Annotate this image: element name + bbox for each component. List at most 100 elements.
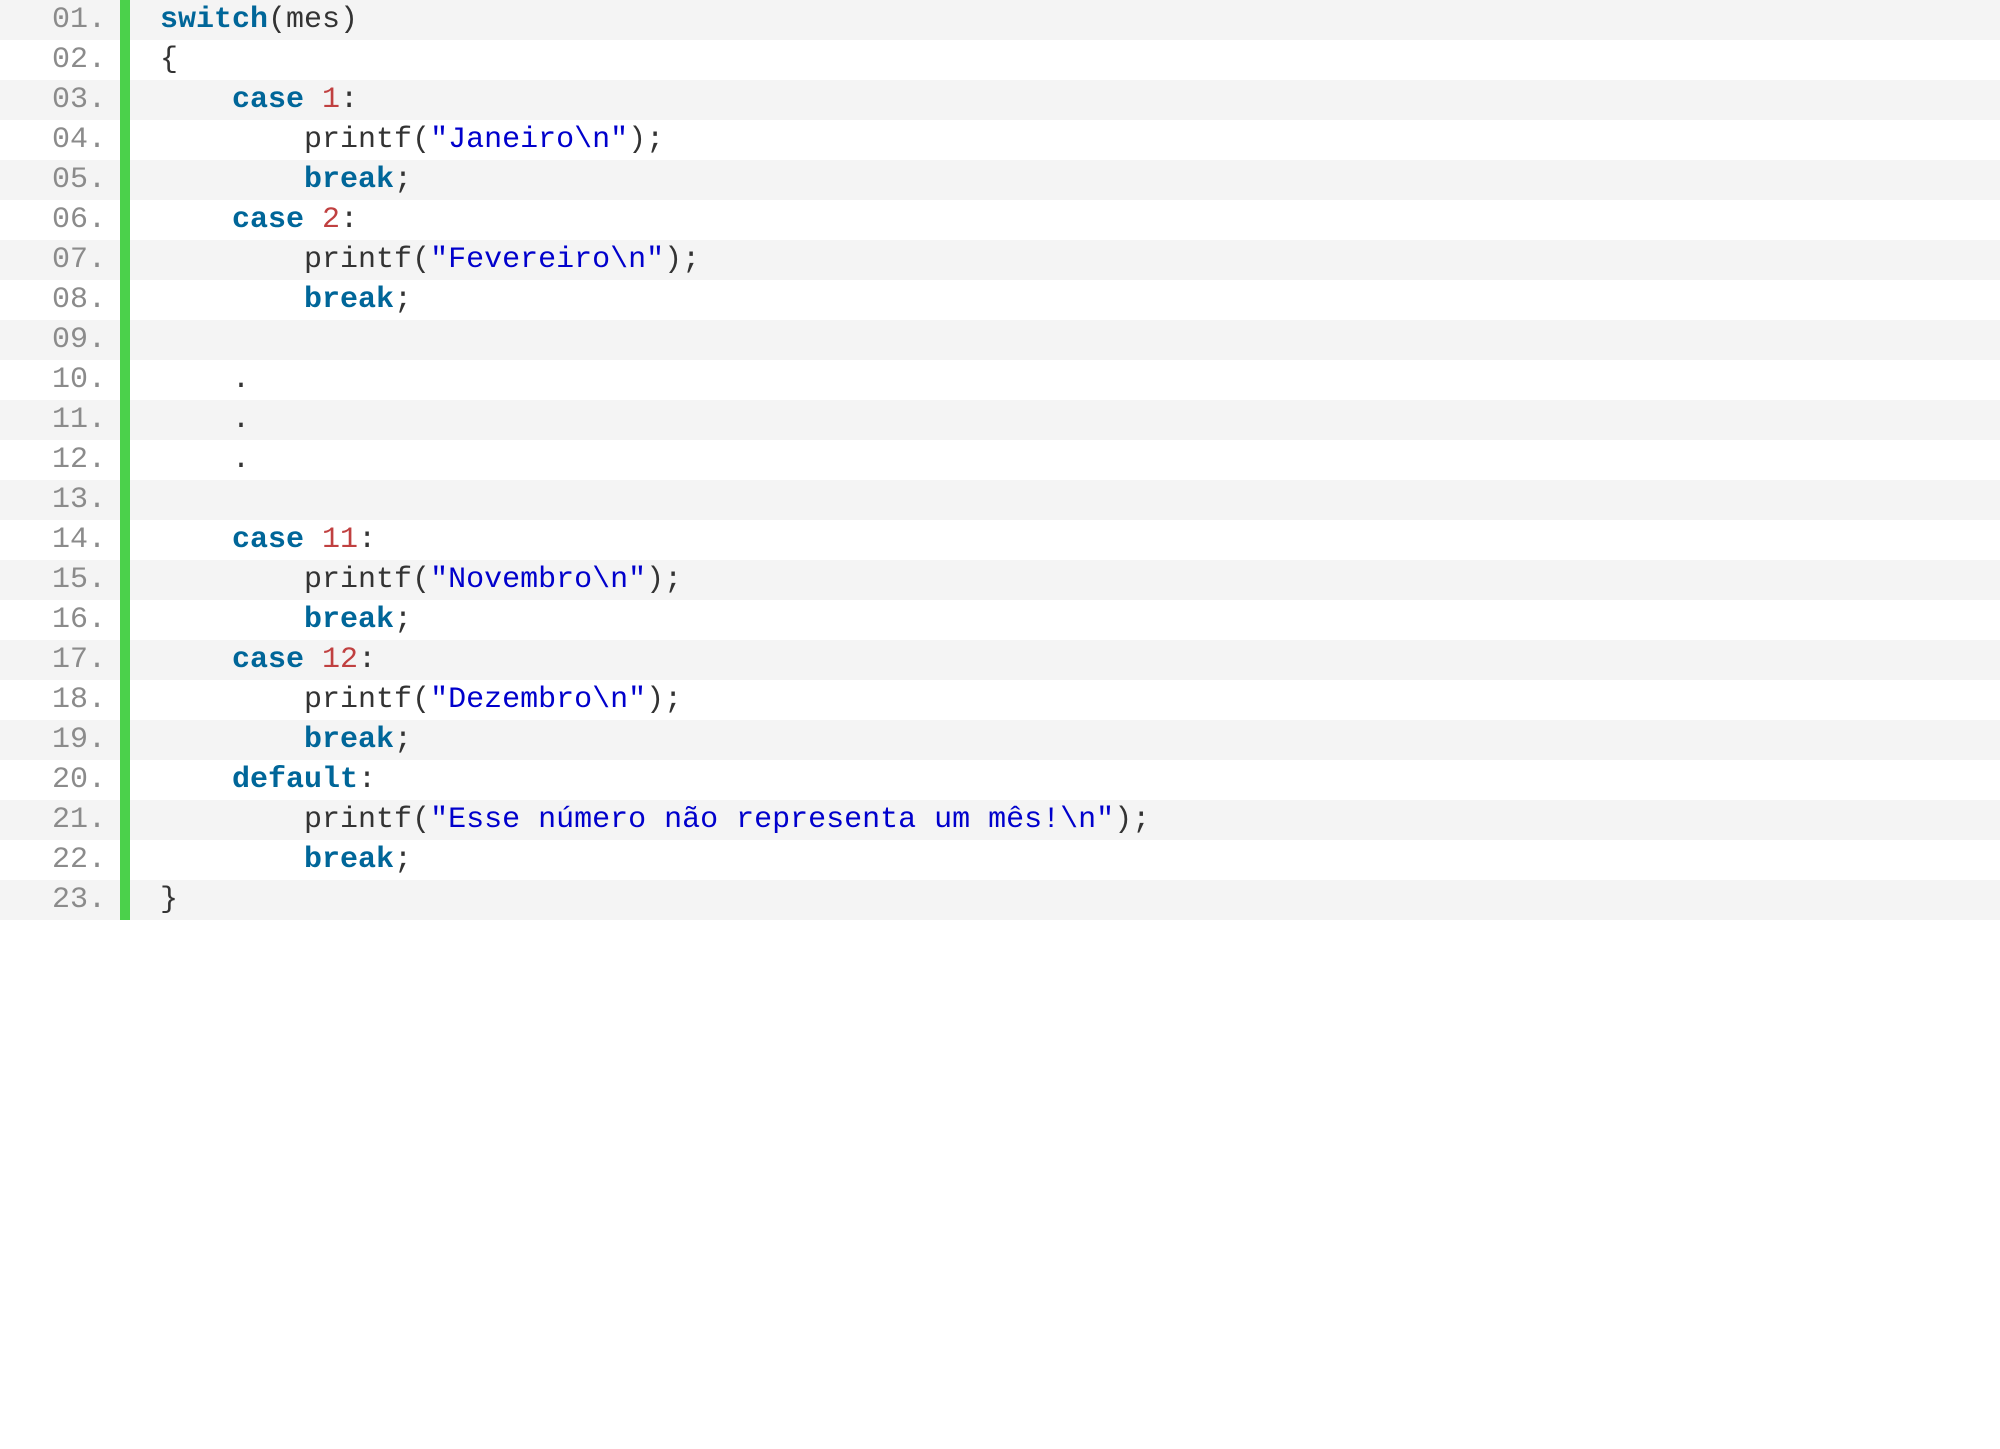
token-kw: break [304,283,394,317]
token-kw: switch [160,3,268,37]
token-plain: } [160,883,178,917]
code-content: } [130,880,2000,920]
token-fn: printf [304,243,412,277]
code-line: 23.} [0,880,2000,920]
token-plain [160,803,304,837]
line-number: 19. [0,720,120,760]
code-content: break; [130,840,2000,880]
token-plain [160,763,232,797]
change-marker [120,600,130,640]
code-line: 06. case 2: [0,200,2000,240]
code-line: 11. . [0,400,2000,440]
token-plain: ( [412,683,430,717]
code-line: 02.{ [0,40,2000,80]
change-marker [120,280,130,320]
code-content: break; [130,280,2000,320]
line-number: 13. [0,480,120,520]
token-plain: . [160,403,250,437]
change-marker [120,240,130,280]
line-number: 10. [0,360,120,400]
change-marker [120,880,130,920]
line-number: 09. [0,320,120,360]
line-number: 23. [0,880,120,920]
change-marker [120,80,130,120]
token-num: 12 [322,643,358,677]
token-str: "Esse número não representa um mês!\n" [430,803,1114,837]
code-content: { [130,40,2000,80]
code-content: case 2: [130,200,2000,240]
token-plain [160,323,178,357]
code-content: break; [130,160,2000,200]
token-num: 1 [322,83,340,117]
change-marker [120,440,130,480]
code-line: 05. break; [0,160,2000,200]
token-plain [160,163,304,197]
token-plain: ); [1114,803,1150,837]
token-plain [304,203,322,237]
line-number: 02. [0,40,120,80]
token-plain: ); [646,683,682,717]
change-marker [120,40,130,80]
token-kw: break [304,603,394,637]
code-content: break; [130,720,2000,760]
line-number: 14. [0,520,120,560]
code-content: . [130,400,2000,440]
change-marker [120,480,130,520]
token-plain: ); [664,243,700,277]
token-kw: break [304,723,394,757]
line-number: 20. [0,760,120,800]
code-content: case 1: [130,80,2000,120]
line-number: 16. [0,600,120,640]
code-content: printf("Dezembro\n"); [130,680,2000,720]
line-number: 18. [0,680,120,720]
change-marker [120,400,130,440]
code-content [130,320,2000,360]
token-plain [160,683,304,717]
line-number: 12. [0,440,120,480]
line-number: 21. [0,800,120,840]
line-number: 05. [0,160,120,200]
change-marker [120,800,130,840]
code-content [130,480,2000,520]
code-content: printf("Fevereiro\n"); [130,240,2000,280]
token-kw: default [232,763,358,797]
token-plain: . [160,443,250,477]
token-num: 2 [322,203,340,237]
code-line: 13. [0,480,2000,520]
token-fn: printf [304,123,412,157]
code-line: 07. printf("Fevereiro\n"); [0,240,2000,280]
line-number: 22. [0,840,120,880]
token-plain: : [358,763,376,797]
line-number: 01. [0,0,120,40]
token-plain: : [358,523,376,557]
change-marker [120,120,130,160]
line-number: 17. [0,640,120,680]
token-kw: case [232,203,304,237]
token-plain: ; [394,163,412,197]
change-marker [120,0,130,40]
token-kw: case [232,523,304,557]
code-line: 04. printf("Janeiro\n"); [0,120,2000,160]
token-plain [160,723,304,757]
line-number: 11. [0,400,120,440]
code-line: 14. case 11: [0,520,2000,560]
change-marker [120,360,130,400]
code-line: 10. . [0,360,2000,400]
token-plain [160,523,232,557]
token-plain: ; [394,283,412,317]
code-line: 09. [0,320,2000,360]
code-content: . [130,440,2000,480]
change-marker [120,560,130,600]
line-number: 06. [0,200,120,240]
token-plain [160,483,178,517]
token-plain [160,283,304,317]
token-plain [160,563,304,597]
token-plain: ; [394,723,412,757]
token-kw: break [304,843,394,877]
token-plain [304,643,322,677]
code-line: 19. break; [0,720,2000,760]
code-line: 22. break; [0,840,2000,880]
code-content: printf("Novembro\n"); [130,560,2000,600]
token-kw: case [232,643,304,677]
code-line: 17. case 12: [0,640,2000,680]
